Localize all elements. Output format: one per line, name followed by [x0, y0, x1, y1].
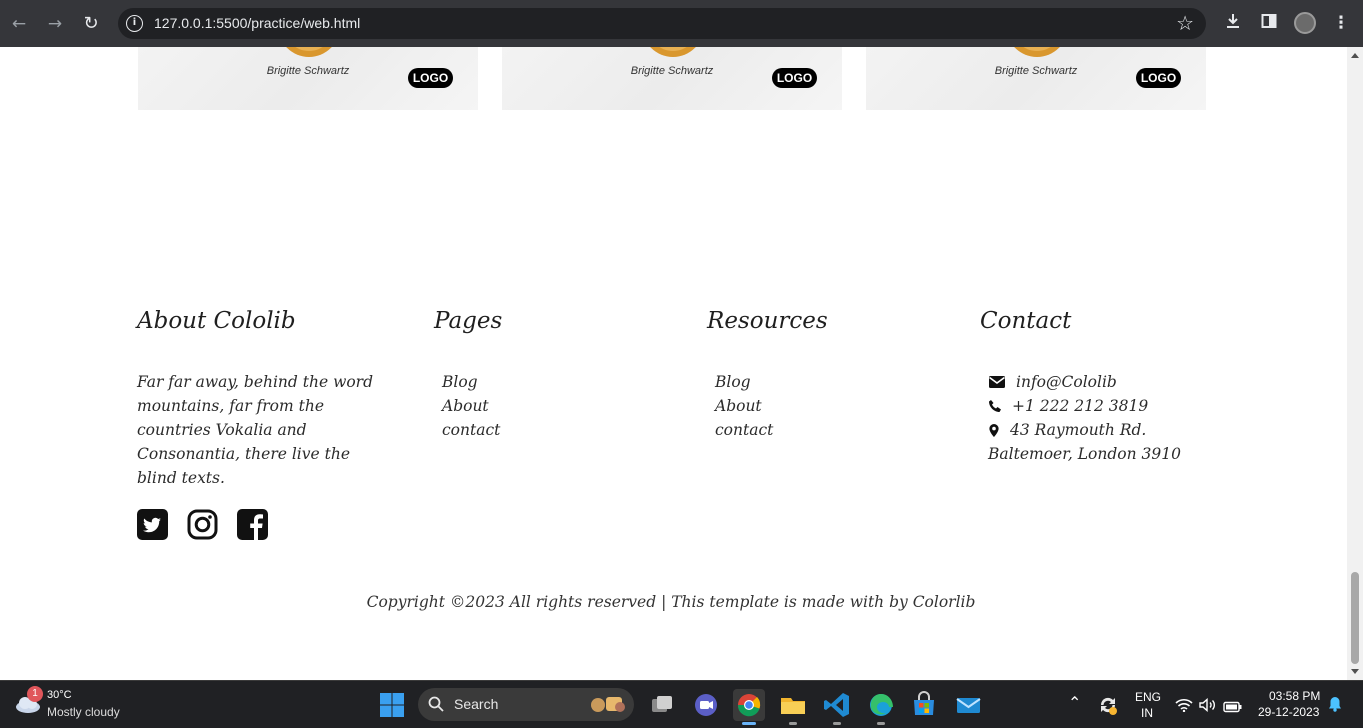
contact-address-row: 43 Raymouth Rd.: [988, 418, 1146, 442]
card-logo: LOGO: [1136, 68, 1181, 88]
contact-phone-row[interactable]: +1 222 212 3819: [988, 394, 1148, 418]
footer-resources-links: Blog About contact: [715, 370, 773, 442]
instagram-icon[interactable]: [187, 509, 218, 540]
language-indicator-top[interactable]: ENG: [1135, 690, 1161, 704]
weather-temp: 30°C: [47, 689, 72, 701]
running-indicator: [877, 722, 885, 725]
edge-browser-icon[interactable]: [865, 689, 897, 725]
running-indicator: [789, 722, 797, 725]
task-view-icon[interactable]: [646, 689, 678, 721]
address-bar[interactable]: i 127.0.0.1:5500/practice/web.html ☆: [118, 8, 1206, 39]
url-text[interactable]: 127.0.0.1:5500/practice/web.html: [154, 15, 360, 31]
clock-date[interactable]: 29-12-2023: [1258, 705, 1319, 719]
facebook-icon[interactable]: [237, 509, 268, 540]
taskbar: 1 30°C Mostly cloudy Search ⌃ ENG IN 03:…: [0, 680, 1363, 728]
wifi-icon[interactable]: [1175, 697, 1193, 716]
scroll-down-arrow-icon[interactable]: [1351, 669, 1359, 674]
footer-link-contact[interactable]: contact: [442, 418, 500, 442]
weather-desc: Mostly cloudy: [47, 705, 120, 719]
footer-link-contact[interactable]: contact: [715, 418, 773, 442]
footer-resources-heading: Resources: [707, 308, 828, 334]
footer-pages-links: Blog About contact: [442, 370, 500, 442]
show-hidden-icons-chevron-icon[interactable]: ⌃: [1068, 693, 1081, 713]
about-line: Far far away, behind the word: [137, 373, 374, 391]
microsoft-store-icon[interactable]: [908, 689, 940, 721]
avatar: [278, 47, 340, 57]
vscode-icon[interactable]: [821, 689, 853, 725]
search-icon: [428, 696, 444, 712]
search-highlight-icon: [591, 697, 625, 712]
bookmark-star-icon[interactable]: ☆: [1176, 11, 1194, 35]
chrome-app-icon[interactable]: [733, 689, 765, 725]
footer-link-blog[interactable]: Blog: [442, 370, 500, 394]
contact-address-line2: Baltemoer, London 3910: [988, 445, 1181, 463]
contact-address-line1: 43 Raymouth Rd.: [1010, 421, 1147, 439]
search-label: Search: [454, 696, 499, 712]
back-arrow-icon[interactable]: ←: [7, 12, 31, 36]
clock-time[interactable]: 03:58 PM: [1269, 689, 1320, 703]
side-panel-icon[interactable]: [1258, 12, 1280, 36]
scroll-up-arrow-icon[interactable]: [1351, 53, 1359, 58]
page-viewport: Brigitte Schwartz LOGO Brigitte Schwartz…: [0, 47, 1347, 680]
footer-link-blog[interactable]: Blog: [715, 370, 773, 394]
avatar: [642, 47, 704, 57]
language-indicator-bottom[interactable]: IN: [1141, 706, 1153, 720]
phone-icon: [989, 400, 1001, 412]
testimonial-card: Brigitte Schwartz LOGO: [502, 47, 842, 110]
taskbar-search[interactable]: Search: [418, 688, 634, 721]
copyright-text: Copyright ©2023 All rights reserved | Th…: [366, 593, 976, 611]
testimonial-card: Brigitte Schwartz LOGO: [866, 47, 1206, 110]
active-indicator: [742, 722, 756, 725]
running-indicator: [833, 722, 841, 725]
card-logo: LOGO: [772, 68, 817, 88]
sync-icon[interactable]: [1094, 691, 1122, 719]
notification-bell-icon[interactable]: [1328, 696, 1342, 716]
volume-icon[interactable]: [1199, 697, 1217, 716]
download-icon[interactable]: [1222, 12, 1244, 36]
footer-about-text: Far far away, behind the word mountains,…: [137, 370, 373, 490]
reload-icon[interactable]: ↻: [79, 12, 103, 36]
site-info-icon[interactable]: i: [126, 15, 143, 32]
map-marker-icon: [989, 423, 999, 437]
about-line: mountains, far from the: [137, 397, 325, 415]
footer-pages-heading: Pages: [434, 308, 503, 334]
menu-kebab-icon[interactable]: ⋮: [1330, 12, 1352, 34]
contact-email-row[interactable]: info@Cololib: [988, 370, 1117, 394]
battery-icon[interactable]: [1223, 698, 1243, 717]
profile-avatar[interactable]: [1294, 12, 1316, 34]
scroll-thumb[interactable]: [1351, 572, 1359, 664]
file-explorer-icon[interactable]: [777, 689, 809, 725]
footer-link-about[interactable]: About: [715, 394, 773, 418]
contact-phone[interactable]: +1 222 212 3819: [1012, 394, 1148, 418]
weather-badge: 1: [27, 686, 43, 702]
card-logo: LOGO: [408, 68, 453, 88]
footer-link-about[interactable]: About: [442, 394, 500, 418]
about-line: countries Vokalia and: [137, 421, 307, 439]
windows-start-icon[interactable]: [376, 689, 408, 721]
mail-icon[interactable]: [952, 689, 984, 721]
footer-about-heading: About Cololib: [137, 308, 296, 334]
contact-email[interactable]: info@Cololib: [1016, 370, 1117, 394]
about-line: blind texts.: [137, 469, 225, 487]
twitter-icon[interactable]: [137, 509, 168, 540]
teams-chat-icon[interactable]: [690, 689, 722, 721]
forward-arrow-icon[interactable]: →: [43, 12, 67, 36]
footer-contact-heading: Contact: [980, 308, 1072, 334]
about-line: Consonantia, there live the: [137, 445, 350, 463]
contact-address-line2-row: Baltemoer, London 3910: [988, 442, 1181, 466]
envelope-icon: [989, 376, 1005, 388]
page-scrollbar[interactable]: [1347, 47, 1363, 680]
weather-widget[interactable]: 1 30°C Mostly cloudy: [14, 686, 120, 719]
browser-toolbar: ← → ↻ i 127.0.0.1:5500/practice/web.html…: [0, 0, 1363, 47]
avatar: [1006, 47, 1068, 57]
testimonial-card: Brigitte Schwartz LOGO: [138, 47, 478, 110]
